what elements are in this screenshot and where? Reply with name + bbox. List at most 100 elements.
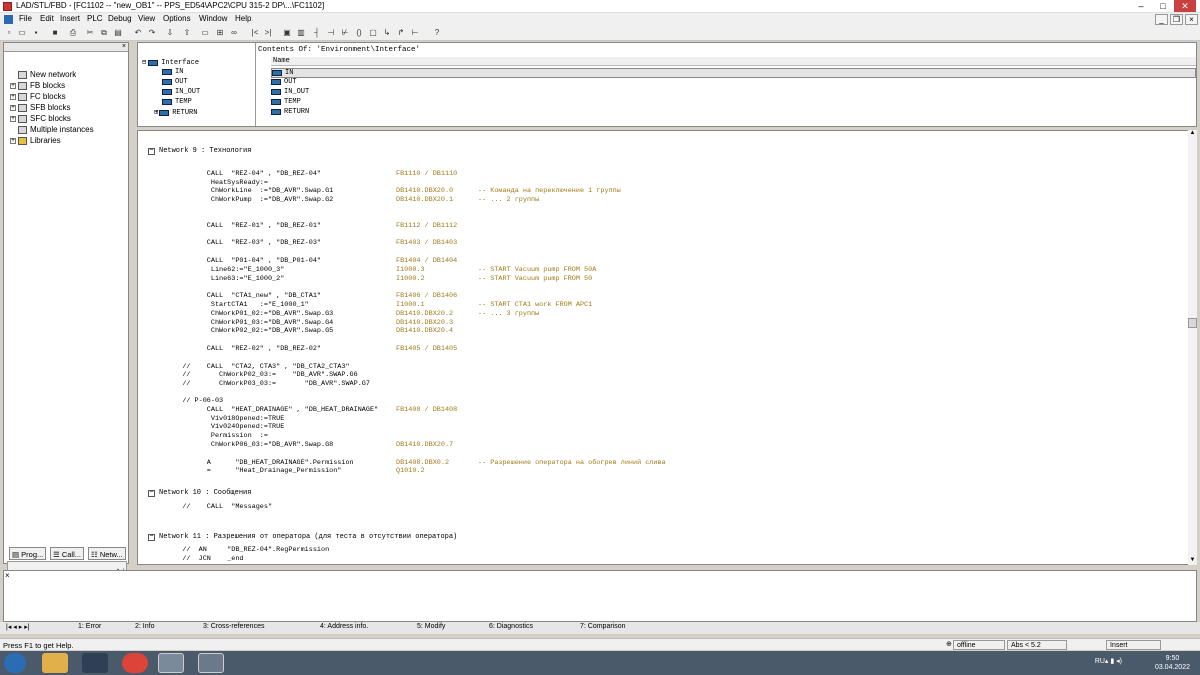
tab-call-structure[interactable]: ☰ Call... bbox=[50, 547, 84, 560]
menu-help[interactable]: Help bbox=[235, 14, 251, 23]
contact-nc-icon[interactable]: ⊬ bbox=[340, 28, 350, 38]
print-icon[interactable]: ⎙ bbox=[68, 28, 78, 38]
tree-item-sfb-blocks[interactable]: + SFB blocks bbox=[10, 103, 70, 112]
mdi-minimize-button[interactable]: _ bbox=[1155, 14, 1168, 25]
redo-icon[interactable]: ↷ bbox=[147, 28, 157, 38]
mdi-restore-button[interactable]: ❐ bbox=[1170, 14, 1183, 25]
interface-row-temp[interactable]: TEMP bbox=[271, 98, 301, 106]
vertical-scrollbar[interactable]: ▲ ▼ bbox=[1188, 130, 1197, 565]
code-line[interactable]: CALL "HEAT_DRAINAGE" , "DB_HEAT_DRAINAGE… bbox=[166, 406, 378, 414]
code-line[interactable]: // CALL "Messages" bbox=[166, 503, 272, 511]
upload-icon[interactable]: ⇧ bbox=[182, 28, 192, 38]
network-header[interactable]: − Network 11 : Разрешения от оператора (д… bbox=[148, 533, 457, 541]
expand-icon[interactable]: + bbox=[10, 104, 16, 111]
code-line[interactable]: ChWorkP02_02:="DB_AVR".Swap.G5 bbox=[166, 327, 333, 335]
collapse-icon[interactable]: − bbox=[148, 147, 155, 155]
expand-icon[interactable]: + bbox=[10, 82, 16, 89]
copy-icon[interactable]: ⧉ bbox=[99, 28, 109, 38]
box-icon[interactable]: ▢ bbox=[368, 28, 378, 38]
code-line[interactable]: // JCN _end bbox=[166, 555, 243, 563]
code-line[interactable]: Permission := bbox=[166, 432, 268, 440]
simatic-icon[interactable] bbox=[82, 653, 108, 673]
close-panel-icon[interactable]: × bbox=[5, 571, 10, 580]
menu-insert[interactable]: Insert bbox=[60, 14, 80, 23]
interface-row-out[interactable]: OUT bbox=[271, 78, 297, 86]
code-line[interactable]: CALL "REZ-03" , "DB_REZ-03" bbox=[166, 239, 321, 247]
tree-item-fc-blocks[interactable]: + FC blocks bbox=[10, 92, 66, 101]
network-header[interactable]: − Network 9 : Технология bbox=[148, 147, 251, 155]
start-button-icon[interactable] bbox=[4, 653, 26, 673]
interface-root[interactable]: ⊟ Interface bbox=[142, 58, 199, 68]
tree-item-libraries[interactable]: + Libraries bbox=[10, 136, 61, 145]
interface-item-temp[interactable]: TEMP bbox=[162, 98, 192, 106]
lad-stl-fbd-icon[interactable] bbox=[158, 653, 184, 673]
column-header-name[interactable]: Name bbox=[271, 57, 1196, 66]
interface-row-in-out[interactable]: IN_OUT bbox=[271, 88, 309, 96]
menu-options[interactable]: Options bbox=[163, 14, 191, 23]
tab-cross-references[interactable]: 3: Cross-references bbox=[203, 623, 264, 630]
panel-close-icon[interactable]: × bbox=[122, 43, 126, 50]
coil-icon[interactable]: () bbox=[354, 28, 364, 38]
branch-icon[interactable]: ↳ bbox=[382, 28, 392, 38]
contact-no-icon[interactable]: ⊣ bbox=[326, 28, 336, 38]
expand-icon[interactable]: + bbox=[10, 93, 16, 100]
new-icon[interactable]: ▫ bbox=[4, 28, 14, 38]
expand-icon[interactable]: + bbox=[10, 137, 16, 144]
code-line[interactable]: ChWorkP01_02:="DB_AVR".Swap.G3 bbox=[166, 310, 333, 318]
code-line[interactable]: // P-06-03 bbox=[166, 397, 223, 405]
code-line[interactable]: // AN "DB_REZ-04".RegPermission bbox=[166, 546, 329, 554]
expand-icon[interactable]: + bbox=[10, 115, 16, 122]
code-line[interactable]: // ChWorkP02_03:= "DB_AVR".SWAP.G6 bbox=[166, 371, 357, 379]
help-icon[interactable]: ? bbox=[432, 28, 442, 38]
connection-icon[interactable]: ⊢ bbox=[410, 28, 420, 38]
code-line[interactable]: CALL "REZ-04" , "DB_REZ-04" bbox=[166, 170, 321, 178]
code-line[interactable]: ChWorkP01_03:="DB_AVR".Swap.G4 bbox=[166, 319, 333, 327]
undo-icon[interactable]: ↶ bbox=[133, 28, 143, 38]
download-icon[interactable]: ⇩ bbox=[165, 28, 175, 38]
network-icon[interactable]: ⊞ bbox=[215, 28, 225, 38]
splitter[interactable] bbox=[255, 43, 256, 126]
minimize-button[interactable]: – bbox=[1130, 0, 1152, 12]
open-branch-icon[interactable]: ┤ bbox=[312, 28, 322, 38]
code-line[interactable]: A "DB_HEAT_DRAINAGE".Permission bbox=[166, 459, 354, 467]
interface-row-in[interactable]: IN bbox=[271, 68, 1196, 78]
clock[interactable]: 9:50 03.04.2022 bbox=[1155, 654, 1190, 672]
interface-item-in-out[interactable]: IN_OUT bbox=[162, 88, 200, 96]
code-line[interactable]: = "Heat_Drainage_Permission" bbox=[166, 467, 342, 475]
maximize-button[interactable]: □ bbox=[1152, 0, 1174, 12]
overview-icon[interactable]: ▣ bbox=[282, 28, 292, 38]
menu-file[interactable]: File bbox=[19, 14, 32, 23]
hw-config-icon[interactable] bbox=[198, 653, 224, 673]
glasses-icon[interactable]: ∞ bbox=[229, 28, 239, 38]
tray-icons[interactable]: ▴ ▮ ◂) bbox=[1105, 657, 1122, 665]
code-line[interactable]: StartCTA1 :="E_1000_1" bbox=[166, 301, 309, 309]
open-icon[interactable]: ▭ bbox=[17, 28, 27, 38]
interface-row-return[interactable]: RETURN bbox=[271, 108, 309, 116]
explorer-icon[interactable] bbox=[42, 653, 68, 673]
scroll-up-icon[interactable]: ▲ bbox=[1188, 130, 1197, 138]
code-line[interactable]: CALL "REZ-01" , "DB_REZ-01" bbox=[166, 222, 321, 230]
tab-program-elements[interactable]: ▤ Prog... bbox=[9, 547, 47, 560]
collapse-icon[interactable]: − bbox=[148, 489, 155, 497]
accessible-nodes-icon[interactable]: ▪ bbox=[31, 28, 41, 38]
collapse-icon[interactable]: − bbox=[148, 533, 155, 541]
network-header[interactable]: − Network 10 : Сообщения bbox=[148, 489, 251, 497]
tab-nav-arrows[interactable]: |◂ ◂ ▸ ▸| bbox=[6, 623, 30, 631]
interface-item-return[interactable]: ⊞ RETURN bbox=[154, 108, 197, 118]
menu-plc[interactable]: PLC bbox=[87, 14, 103, 23]
code-line[interactable]: // CALL "CTA2, CTA3" , "DB_CTA2_CTA3" bbox=[166, 363, 349, 371]
menu-view[interactable]: View bbox=[138, 14, 155, 23]
tree-item-new-network[interactable]: New network bbox=[10, 70, 76, 79]
tab-info[interactable]: 2: Info bbox=[135, 623, 154, 630]
tree-item-fb-blocks[interactable]: + FB blocks bbox=[10, 81, 65, 90]
code-line[interactable]: // ChWorkP03_03:= "DB_AVR".SWAP.G7 bbox=[166, 380, 370, 388]
scroll-thumb[interactable] bbox=[1188, 318, 1197, 328]
prev-network-icon[interactable]: |< bbox=[250, 28, 260, 38]
save-icon[interactable]: ■ bbox=[50, 28, 60, 38]
tab-networks[interactable]: ☷ Netw... bbox=[88, 547, 126, 560]
code-line[interactable]: HeatSysReady:= bbox=[166, 179, 268, 187]
next-network-icon[interactable]: >| bbox=[263, 28, 273, 38]
code-line[interactable]: Line63:="E_1000_2" bbox=[166, 275, 284, 283]
menu-debug[interactable]: Debug bbox=[108, 14, 132, 23]
cut-icon[interactable]: ✂ bbox=[85, 28, 95, 38]
